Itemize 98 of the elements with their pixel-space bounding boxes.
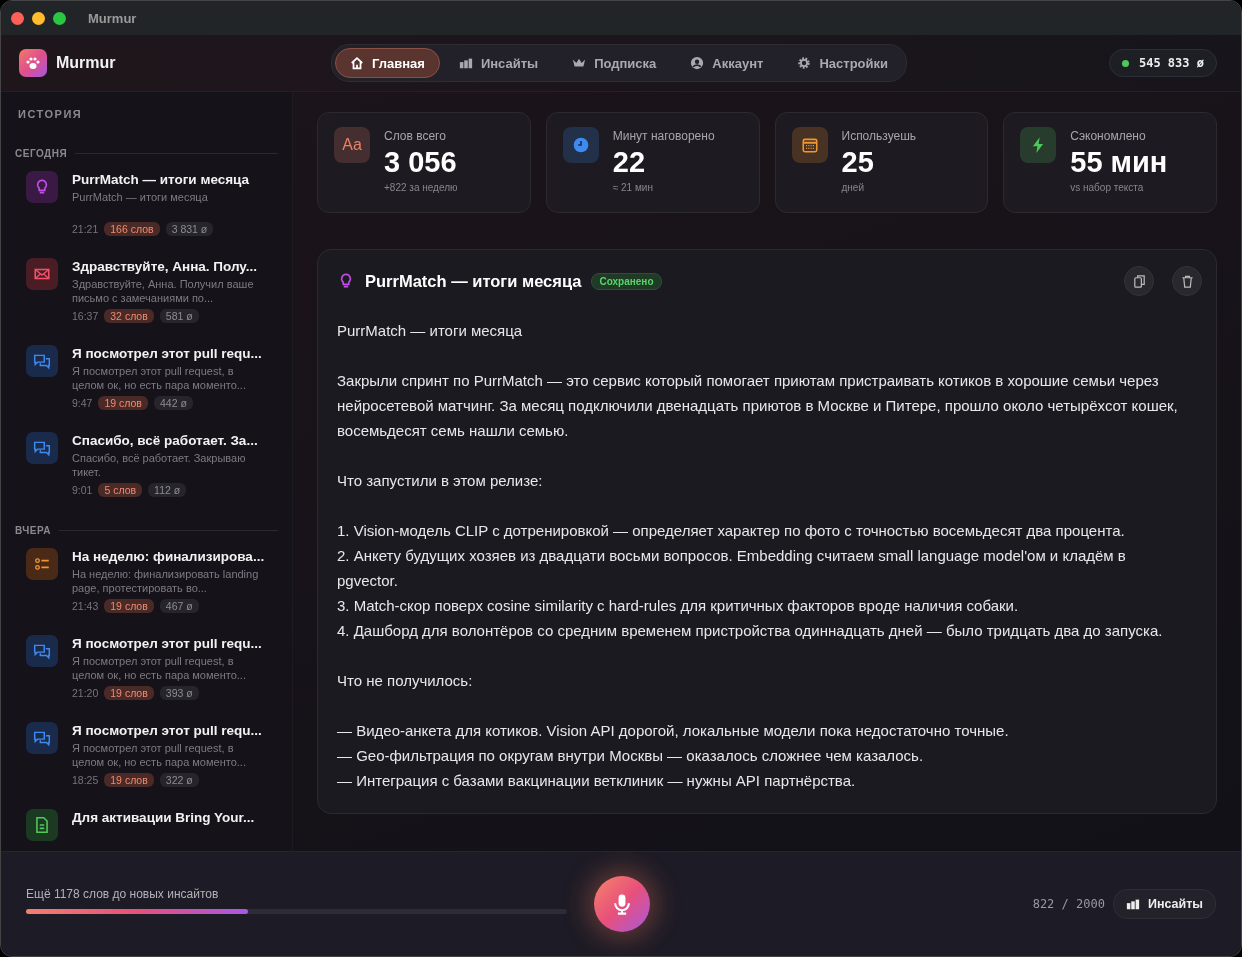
document-paragraph: PurrMatch — итоги месяца [337, 321, 524, 341]
document-paragraph: Что не получилось: [337, 671, 474, 691]
document-title: PurrMatch — итоги месяца [365, 271, 582, 291]
document-paragraph: Закрыли спринт по PurrMatch — это сервис который помогает приютам пристраивать котиков в хорошие семьи через нейросетевой матчинг. За месяц подключили двенадцать приютов в Москве и Питере, прошло около четырёхсот кошек, восемьдесят семь нашли семью. [337, 371, 1179, 441]
chat-bubbles-icon [33, 352, 51, 370]
stat-note: дней [841, 182, 865, 193]
list-line: 1. Vision-модель CLIP с дотренировкой — определяет характер по фото с точностью восемьдесят два процента. [337, 521, 1126, 541]
settings-icon [797, 56, 812, 70]
crown-icon [572, 56, 587, 70]
app-name: Murmur [56, 54, 116, 72]
window-title: Murmur [88, 10, 137, 26]
group-label: ВЧЕРА [15, 525, 52, 536]
item-time: 9:47 [72, 397, 93, 409]
history-item-title[interactable]: Спасибо, всё работает. За... [72, 433, 264, 448]
token-count-tag: 581 ø [159, 309, 199, 323]
history-item-title[interactable]: На неделю: финализирова... [72, 549, 264, 564]
item-time: 9:01 [72, 484, 93, 496]
history-item-preview: На неделю: финализировать landing page, протестировать во... [72, 567, 260, 595]
saved-badge: Сохранено [591, 272, 662, 290]
nav-tab[interactable]: Подписка [557, 48, 672, 78]
history-item-preview: Я посмотрел этот pull request, в целом ок, но есть пара моменто... [72, 654, 247, 682]
insights-button[interactable]: Инсайты [1112, 889, 1216, 919]
history-item-title[interactable]: Я посмотрел этот pull requ... [72, 636, 264, 651]
history-item-title[interactable]: Я посмотрел этот pull requ... [72, 346, 264, 361]
token-count-tag: 322 ø [159, 773, 199, 787]
history-item-title[interactable]: Здравствуйте, Анна. Полу... [72, 259, 264, 274]
group-label: СЕГОДНЯ [15, 148, 68, 159]
item-time: 16:37 [72, 310, 99, 322]
item-time: 21:20 [72, 687, 99, 699]
stat-value: 22 [612, 146, 646, 179]
stat-label: Сэкономлено [1070, 129, 1147, 143]
stat-note: vs набор текста [1070, 182, 1145, 193]
list-line: — Geo-фильтрация по округам внутри Москвы — оказалось сложнее чем казалось. [337, 746, 925, 766]
nav-tab[interactable]: Инсайты [443, 48, 554, 78]
stat-label: Минут наговорено [612, 129, 715, 143]
stat-value: 55 мин [1070, 146, 1168, 179]
insights-progress-label: Ещё 1178 слов до новых инсайтов [26, 886, 220, 901]
copy-button[interactable] [1124, 266, 1154, 296]
microphone-icon [611, 893, 633, 915]
list-line: 2. Анкету будущих хозяев из двадцати восьми вопросов. Embedding считаем small language model'ом и кладём в pgvector. [337, 546, 1127, 591]
token-count-tag: 467 ø [159, 599, 199, 613]
stat-note: +822 за неделю [384, 182, 458, 193]
home-icon [350, 56, 364, 70]
list-line: 4. Дашборд для волонтёров со средним временем пристройства одиннадцать дней — было тридцать два до запуска. [337, 621, 1164, 641]
word-count-tag: 166 слов [104, 222, 160, 236]
history-item-preview: Я посмотрел этот pull request, в целом ок, но есть пара моменто... [72, 364, 247, 392]
balance-value: 545 833 ø [1138, 56, 1204, 70]
history-item-preview: Спасибо, всё работает. Закрываю тикет. [72, 451, 247, 479]
chat-bubbles-icon [33, 642, 51, 660]
history-item-preview: Здравствуйте, Анна. Получил ваше письмо с замечаниями по... [72, 277, 255, 305]
token-count-tag: 393 ø [159, 686, 199, 700]
stat-value: 3 056 [384, 146, 458, 179]
document-paragraph: Что запустили в этом релизе: [337, 471, 544, 491]
word-count-tag: 19 слов [104, 599, 154, 613]
word-counter: 822 / 2000 [1032, 897, 1105, 911]
word-count-tag: 19 слов [98, 396, 148, 410]
user-icon [690, 56, 705, 70]
word-count-tag: 19 слов [104, 686, 154, 700]
nav-tab[interactable]: Главная [335, 48, 440, 78]
token-count-tag: 3 831 ø [165, 222, 214, 236]
word-count-tag: 19 слов [104, 773, 154, 787]
token-count-tag: 442 ø [153, 396, 193, 410]
zoom-button[interactable] [53, 11, 66, 25]
stat-note: ≈ 21 мин [612, 182, 654, 193]
history-item-title[interactable]: Для активации Bring Your... [72, 810, 264, 825]
chat-bubbles-icon [33, 439, 51, 457]
history-item-preview: Я посмотрел этот pull request, в целом ок, но есть пара моменто... [72, 741, 247, 769]
history-item-preview: PurrMatch — итоги месяца [72, 190, 209, 205]
word-count-tag: 5 слов [98, 483, 143, 497]
nav-tab[interactable]: Аккаунт [675, 48, 779, 78]
stat-value: 25 [841, 146, 875, 179]
item-time: 18:25 [72, 774, 99, 786]
trash-icon [1179, 273, 1195, 289]
minimize-button[interactable] [32, 11, 45, 25]
list-line: — Видео-анкета для котиков. Vision API дорогой, локальные модели пока недостаточно точные. [337, 721, 1010, 741]
token-count-tag: 112 ø [148, 483, 187, 497]
stat-label: Слов всего [384, 129, 447, 143]
list-line: — Интеграция с базами вакцинации ветклиник — нужны API партнёрства. [337, 771, 857, 791]
nav-tab[interactable]: Настройки [782, 48, 904, 78]
item-time: 21:43 [72, 600, 99, 612]
record-button[interactable] [594, 876, 650, 932]
copy-icon [1131, 273, 1147, 289]
bar-chart-icon [458, 56, 473, 70]
history-item-title[interactable]: Я посмотрел этот pull requ... [72, 723, 264, 738]
history-item-title[interactable]: PurrMatch — итоги месяца [72, 172, 264, 187]
letters-icon: Aa [342, 136, 362, 154]
close-button[interactable] [11, 11, 24, 25]
stat-label: Используешь [841, 129, 917, 143]
document-icon [33, 816, 51, 834]
bar-chart-icon [1125, 897, 1140, 911]
item-time: 21:21 [72, 223, 99, 235]
list-line: 3. Match-скор поверх cosine similarity с hard-rules для критичных факторов вроде наличия собаки. [337, 596, 1020, 616]
checklist-icon [33, 555, 51, 573]
chat-bubbles-icon [33, 729, 51, 747]
word-count-tag: 32 слов [104, 309, 154, 323]
delete-button[interactable] [1172, 266, 1202, 296]
sidebar-title: ИСТОРИЯ [18, 108, 84, 120]
paw-icon [25, 55, 41, 71]
